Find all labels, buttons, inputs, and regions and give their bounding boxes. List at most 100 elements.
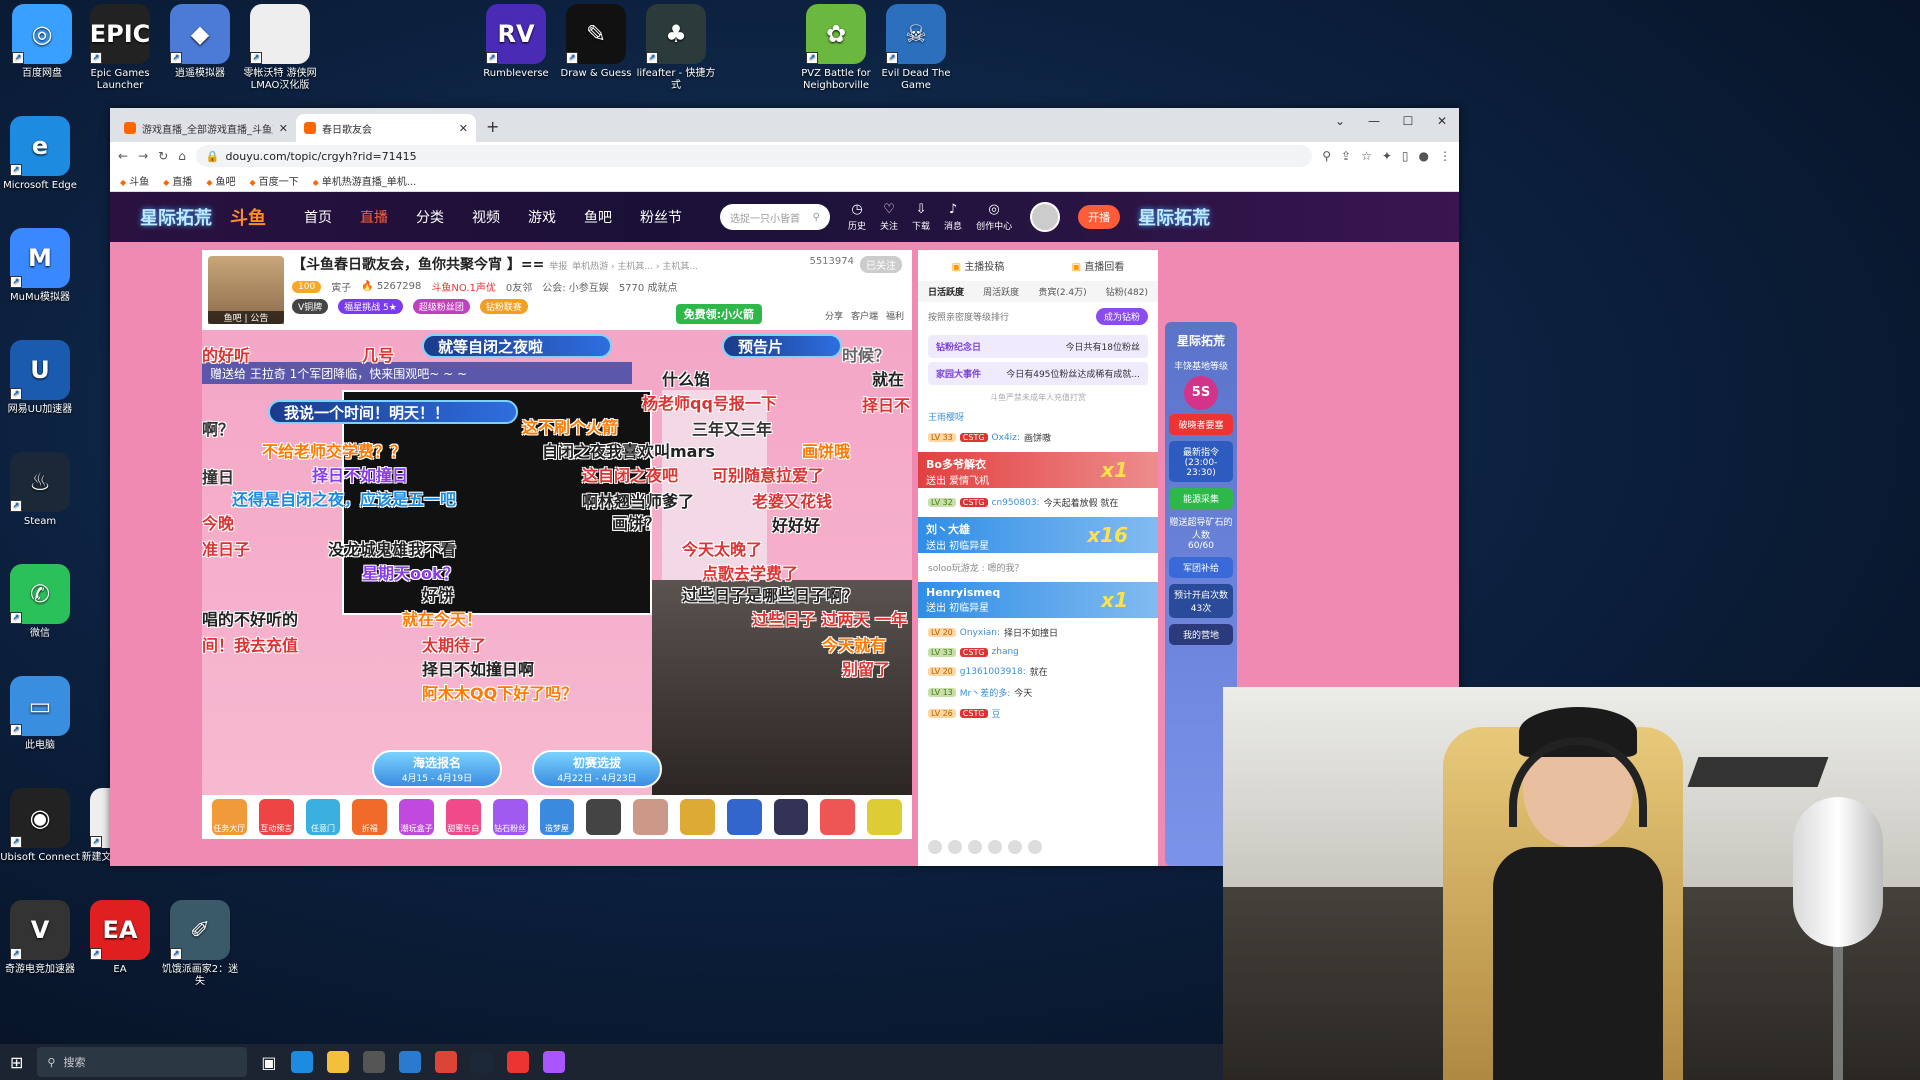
desktop-icon[interactable]: ♨ ↗ Steam xyxy=(0,452,80,528)
close-window-icon[interactable]: ✕ xyxy=(1425,108,1459,134)
browser-tab[interactable]: 春日歌友会 ✕ xyxy=(296,114,476,142)
fortress-button[interactable]: 破晓者要塞 xyxy=(1169,414,1233,435)
reload-icon[interactable]: ↻ xyxy=(158,149,168,163)
desktop-icon[interactable]: e ↗ Microsoft Edge xyxy=(0,116,80,192)
close-tab-icon[interactable]: ✕ xyxy=(279,122,288,135)
fan-icon[interactable] xyxy=(988,840,1002,854)
desktop-icon[interactable]: ✿ ↗ PVZ Battle for Neighborville xyxy=(796,4,876,92)
desktop-icon[interactable]: EA ↗ EA xyxy=(80,900,160,976)
room-chip[interactable]: V铜牌 xyxy=(292,299,329,314)
event-signup-button[interactable]: 海选报名 4月15 - 4月19日 xyxy=(372,750,502,788)
emoji-icon[interactable] xyxy=(928,840,942,854)
desktop-icon[interactable]: RV ↗ Rumbleverse xyxy=(476,4,556,80)
desktop-icon[interactable]: ☠ ↗ Evil Dead The Game xyxy=(876,4,956,92)
event-signup-button[interactable]: 初赛选拔 4月22日 - 4月23日 xyxy=(532,750,662,788)
chrome-taskbar-icon[interactable] xyxy=(434,1051,457,1073)
nav-item[interactable]: 首页 xyxy=(304,207,332,227)
close-tab-icon[interactable]: ✕ xyxy=(459,122,468,135)
forward-icon[interactable]: → xyxy=(138,149,148,163)
chat-username[interactable]: cn950803: xyxy=(992,498,1040,508)
energy-collect-button[interactable]: 能源采集 xyxy=(1169,488,1233,509)
free-gift-button[interactable]: 免费领:小火箭 xyxy=(675,304,762,324)
douyu-logo[interactable]: 斗鱼 xyxy=(230,204,266,230)
store-taskbar-icon[interactable] xyxy=(362,1051,385,1073)
room-breadcrumb[interactable]: 单机热游 › 主机其... › 主机其... xyxy=(572,262,698,272)
gift-item[interactable]: 钻石粉丝 xyxy=(492,799,528,835)
gift-item[interactable]: 任意门 xyxy=(305,799,341,835)
chat-notice[interactable]: 钻粉纪念日 今日共有18位粉丝 xyxy=(928,335,1148,358)
header-icon-item[interactable]: ⇩ 下载 xyxy=(912,202,930,232)
app-taskbar-icon[interactable] xyxy=(542,1051,565,1073)
zoom-icon[interactable]: ⚲ xyxy=(1322,149,1331,163)
explorer-taskbar-icon[interactable] xyxy=(326,1051,349,1073)
gift-item[interactable]: 甜蜜告白 xyxy=(445,799,481,835)
chat-username[interactable]: Onyxian: xyxy=(960,628,1000,638)
home-icon[interactable]: ⌂ xyxy=(178,149,186,163)
report-link[interactable]: 举报 xyxy=(549,262,567,272)
sidepanel-icon[interactable]: ▯ xyxy=(1402,149,1409,163)
task-view-icon[interactable]: ▣ xyxy=(261,1053,276,1072)
game-taskbar-icon[interactable] xyxy=(506,1051,529,1073)
room-chip[interactable]: 福星挑战 5★ xyxy=(338,299,403,314)
bookmark-item[interactable]: 直播 xyxy=(163,173,192,188)
user-avatar[interactable] xyxy=(1030,202,1061,232)
desktop-icon[interactable]: ◎ ↗ 百度网盘 xyxy=(2,4,82,80)
extensions-icon[interactable]: ✦ xyxy=(1382,149,1392,163)
my-camp-button[interactable]: 我的营地 xyxy=(1169,624,1233,645)
chat-username[interactable]: g1361003918: xyxy=(960,667,1026,677)
tab-search-icon[interactable]: ⌄ xyxy=(1323,108,1357,134)
bookmark-item[interactable]: 单机热游直播_单机... xyxy=(313,173,417,188)
nav-item[interactable]: 粉丝节 xyxy=(640,207,682,227)
desktop-icon[interactable]: ✐ ↗ 饥饿派画家2：迷失 xyxy=(160,900,240,988)
chat-top-link[interactable]: 主播投稿 xyxy=(952,258,1004,273)
rank-tab[interactable]: 周活跃度 xyxy=(983,285,1019,298)
video-player[interactable]: 赠送给 王拉奇 1个军团降临，快来围观吧~ ~ ~ 的好听 几号 时候？ 什么馅 就在杨… xyxy=(202,330,912,795)
edge-taskbar-icon[interactable] xyxy=(290,1051,313,1073)
become-diamond-fan-button[interactable]: 成为钻粉 xyxy=(1095,308,1148,325)
minimize-icon[interactable]: — xyxy=(1357,108,1391,134)
speaker-icon[interactable] xyxy=(948,840,962,854)
event-logo-left[interactable]: 星际拓荒 xyxy=(140,204,212,230)
desktop-icon[interactable]: ✆ ↗ 微信 xyxy=(0,564,80,640)
gift-item[interactable] xyxy=(726,799,762,835)
desktop-icon[interactable]: M ↗ MuMu模拟器 xyxy=(0,228,80,304)
nav-item[interactable]: 分类 xyxy=(416,207,444,227)
new-tab-icon[interactable]: + xyxy=(476,117,509,142)
chat-username[interactable]: zhang xyxy=(992,647,1019,657)
header-icon-item[interactable]: ◎ 创作中心 xyxy=(976,202,1012,232)
legion-supply[interactable]: 军团补给 xyxy=(1169,557,1233,578)
search-icon[interactable]: ⚲ xyxy=(813,212,820,223)
gift-item[interactable]: 造梦屋 xyxy=(539,799,575,835)
rank-tab[interactable]: 钻粉(482) xyxy=(1106,285,1148,298)
gift-item[interactable] xyxy=(679,799,715,835)
go-live-button[interactable]: 开播 xyxy=(1078,205,1121,229)
follow-button[interactable]: 已关注 xyxy=(860,256,902,273)
gift-item[interactable]: 潮玩盒子 xyxy=(399,799,434,835)
desktop-icon[interactable]: U ↗ 网易UU加速器 xyxy=(0,340,80,416)
search-input[interactable]: 选捉一只小皆首 ⚲ xyxy=(720,204,830,230)
room-avatar[interactable]: 鱼吧 | 公告 xyxy=(208,256,284,324)
header-icon-item[interactable]: ♪ 消息 xyxy=(944,202,962,232)
nav-item[interactable]: 直播 xyxy=(360,207,388,227)
mail-taskbar-icon[interactable] xyxy=(398,1051,421,1073)
room-action[interactable]: 客户端 xyxy=(851,309,878,322)
desktop-icon[interactable]: V ↗ 奇游电竞加速器 xyxy=(0,900,80,976)
nav-item[interactable]: 游戏 xyxy=(528,207,556,227)
room-action[interactable]: 福利 xyxy=(886,309,904,322)
card-icon[interactable] xyxy=(1008,840,1022,854)
desktop-icon[interactable]: EPIC ↗ Epic Games Launcher xyxy=(80,4,160,92)
gift-item[interactable] xyxy=(867,799,902,835)
desktop-icon[interactable]: ♣ ↗ lifeafter - 快捷方式 xyxy=(636,4,716,92)
gift-item[interactable]: 折福 xyxy=(352,799,388,835)
chat-username[interactable]: Ox4iz: xyxy=(992,433,1020,443)
desktop-icon[interactable]: ↗ 零帐沃特 游侠网LMAO汉化版 xyxy=(240,4,320,92)
gift-item[interactable]: 互动预言 xyxy=(258,799,294,835)
room-chip[interactable]: 超级粉丝团 xyxy=(412,299,470,314)
steam-taskbar-icon[interactable] xyxy=(470,1051,493,1073)
header-icon-item[interactable]: ♡ 关注 xyxy=(880,202,898,232)
desktop-icon[interactable]: ◉ ↗ Ubisoft Connect xyxy=(0,788,80,864)
gift-item[interactable]: 任务大厅 xyxy=(212,799,247,835)
room-chip[interactable]: 钻粉联赛 xyxy=(479,299,528,314)
profile-icon[interactable]: ● xyxy=(1419,149,1429,163)
browser-tab[interactable]: 游戏直播_全部游戏直播_斗鱼直播 ✕ xyxy=(116,114,296,142)
